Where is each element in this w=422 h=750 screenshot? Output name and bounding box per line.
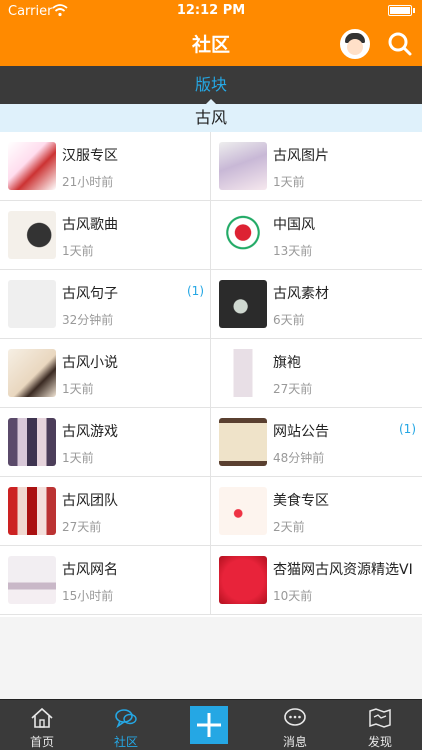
board-name: 杏猫网古风资源精选VI [273, 562, 413, 578]
board-thumbnail [8, 211, 56, 259]
discover-icon [369, 708, 391, 728]
board-thumbnail [219, 487, 267, 535]
tab-bar: 首页 社区 消息 发现 [0, 699, 422, 750]
board-thumbnail [219, 211, 267, 259]
tab-label: 发现 [367, 735, 392, 749]
community-icon [115, 709, 137, 729]
home-icon [31, 707, 53, 728]
board-time: 27天前 [273, 382, 313, 396]
top-bar: Carrier 12:12 PM 社区 [0, 0, 422, 66]
board-item[interactable]: 杏猫网古风资源精选VI 10天前 [211, 546, 422, 615]
board-item[interactable]: 古风小说 1天前 [0, 339, 211, 408]
board-time: 27天前 [62, 520, 102, 534]
board-thumbnail [219, 418, 267, 466]
board-grid: 汉服专区 21小时前 古风图片 1天前 古风歌曲 1天前 中国风 13天前 古风… [0, 132, 422, 617]
board-thumbnail [8, 487, 56, 535]
tab-post[interactable] [169, 700, 253, 750]
board-item[interactable]: 网站公告 48分钟前 (1) [211, 408, 422, 477]
board-item[interactable]: 古风歌曲 1天前 [0, 201, 211, 270]
battery-icon [388, 5, 415, 16]
board-time: 6天前 [273, 313, 305, 327]
section-tab[interactable]: 版块 [0, 66, 422, 105]
tab-discover[interactable]: 发现 [338, 700, 422, 750]
board-time: 13天前 [273, 244, 313, 258]
search-icon[interactable] [387, 31, 413, 57]
status-time: 12:12 PM [176, 3, 246, 18]
board-badge: (1) [187, 284, 204, 298]
board-thumbnail [219, 142, 267, 190]
tab-community[interactable]: 社区 [84, 700, 168, 750]
status-bar: Carrier 12:12 PM [0, 0, 422, 22]
board-name: 古风歌曲 [62, 217, 118, 233]
board-thumbnail [8, 280, 56, 328]
board-time: 1天前 [62, 244, 94, 258]
board-time: 2天前 [273, 520, 305, 534]
board-name: 古风图片 [273, 148, 329, 164]
board-item[interactable]: 古风图片 1天前 [211, 132, 422, 201]
avatar-icon[interactable] [340, 29, 370, 59]
plus-icon [197, 713, 221, 737]
board-name: 网站公告 [273, 424, 329, 440]
plus-button[interactable] [190, 706, 228, 744]
board-thumbnail [8, 556, 56, 604]
board-item[interactable]: 古风团队 27天前 [0, 477, 211, 546]
board-name: 汉服专区 [62, 148, 118, 164]
board-time: 1天前 [62, 382, 94, 396]
board-time: 10天前 [273, 589, 313, 603]
board-time: 1天前 [273, 175, 305, 189]
board-thumbnail [8, 142, 56, 190]
board-name: 美食专区 [273, 493, 329, 509]
board-thumbnail [219, 556, 267, 604]
board-name: 古风小说 [62, 355, 118, 371]
board-item[interactable]: 古风句子 32分钟前 (1) [0, 270, 211, 339]
board-item[interactable]: 中国风 13天前 [211, 201, 422, 270]
tab-label: 首页 [29, 735, 54, 749]
board-thumbnail [8, 418, 56, 466]
section-label: 版块 [194, 75, 227, 94]
board-time: 15小时前 [62, 589, 114, 603]
board-item[interactable]: 古风素材 6天前 [211, 270, 422, 339]
board-name: 中国风 [273, 217, 315, 233]
board-thumbnail [219, 280, 267, 328]
board-name: 古风团队 [62, 493, 118, 509]
board-item[interactable]: 古风游戏 1天前 [0, 408, 211, 477]
tab-label: 消息 [282, 735, 307, 749]
tab-home[interactable]: 首页 [0, 700, 84, 750]
board-item[interactable]: 古风网名 15小时前 [0, 546, 211, 615]
board-item[interactable]: 美食专区 2天前 [211, 477, 422, 546]
board-name: 古风网名 [62, 562, 118, 578]
message-icon [284, 708, 306, 726]
board-thumbnail [219, 349, 267, 397]
board-time: 48分钟前 [273, 451, 325, 465]
tab-messages[interactable]: 消息 [253, 700, 337, 750]
board-name: 旗袍 [273, 355, 301, 371]
category-header: 古风 [0, 104, 422, 132]
board-time: 1天前 [62, 451, 94, 465]
board-thumbnail [8, 349, 56, 397]
board-time: 32分钟前 [62, 313, 114, 327]
board-item[interactable]: 汉服专区 21小时前 [0, 132, 211, 201]
board-name: 古风素材 [273, 286, 329, 302]
board-time: 21小时前 [62, 175, 114, 189]
board-name: 古风句子 [62, 286, 118, 302]
board-name: 古风游戏 [62, 424, 118, 440]
tab-label: 社区 [113, 735, 138, 749]
board-badge: (1) [399, 422, 416, 436]
board-item[interactable]: 旗袍 27天前 [211, 339, 422, 408]
